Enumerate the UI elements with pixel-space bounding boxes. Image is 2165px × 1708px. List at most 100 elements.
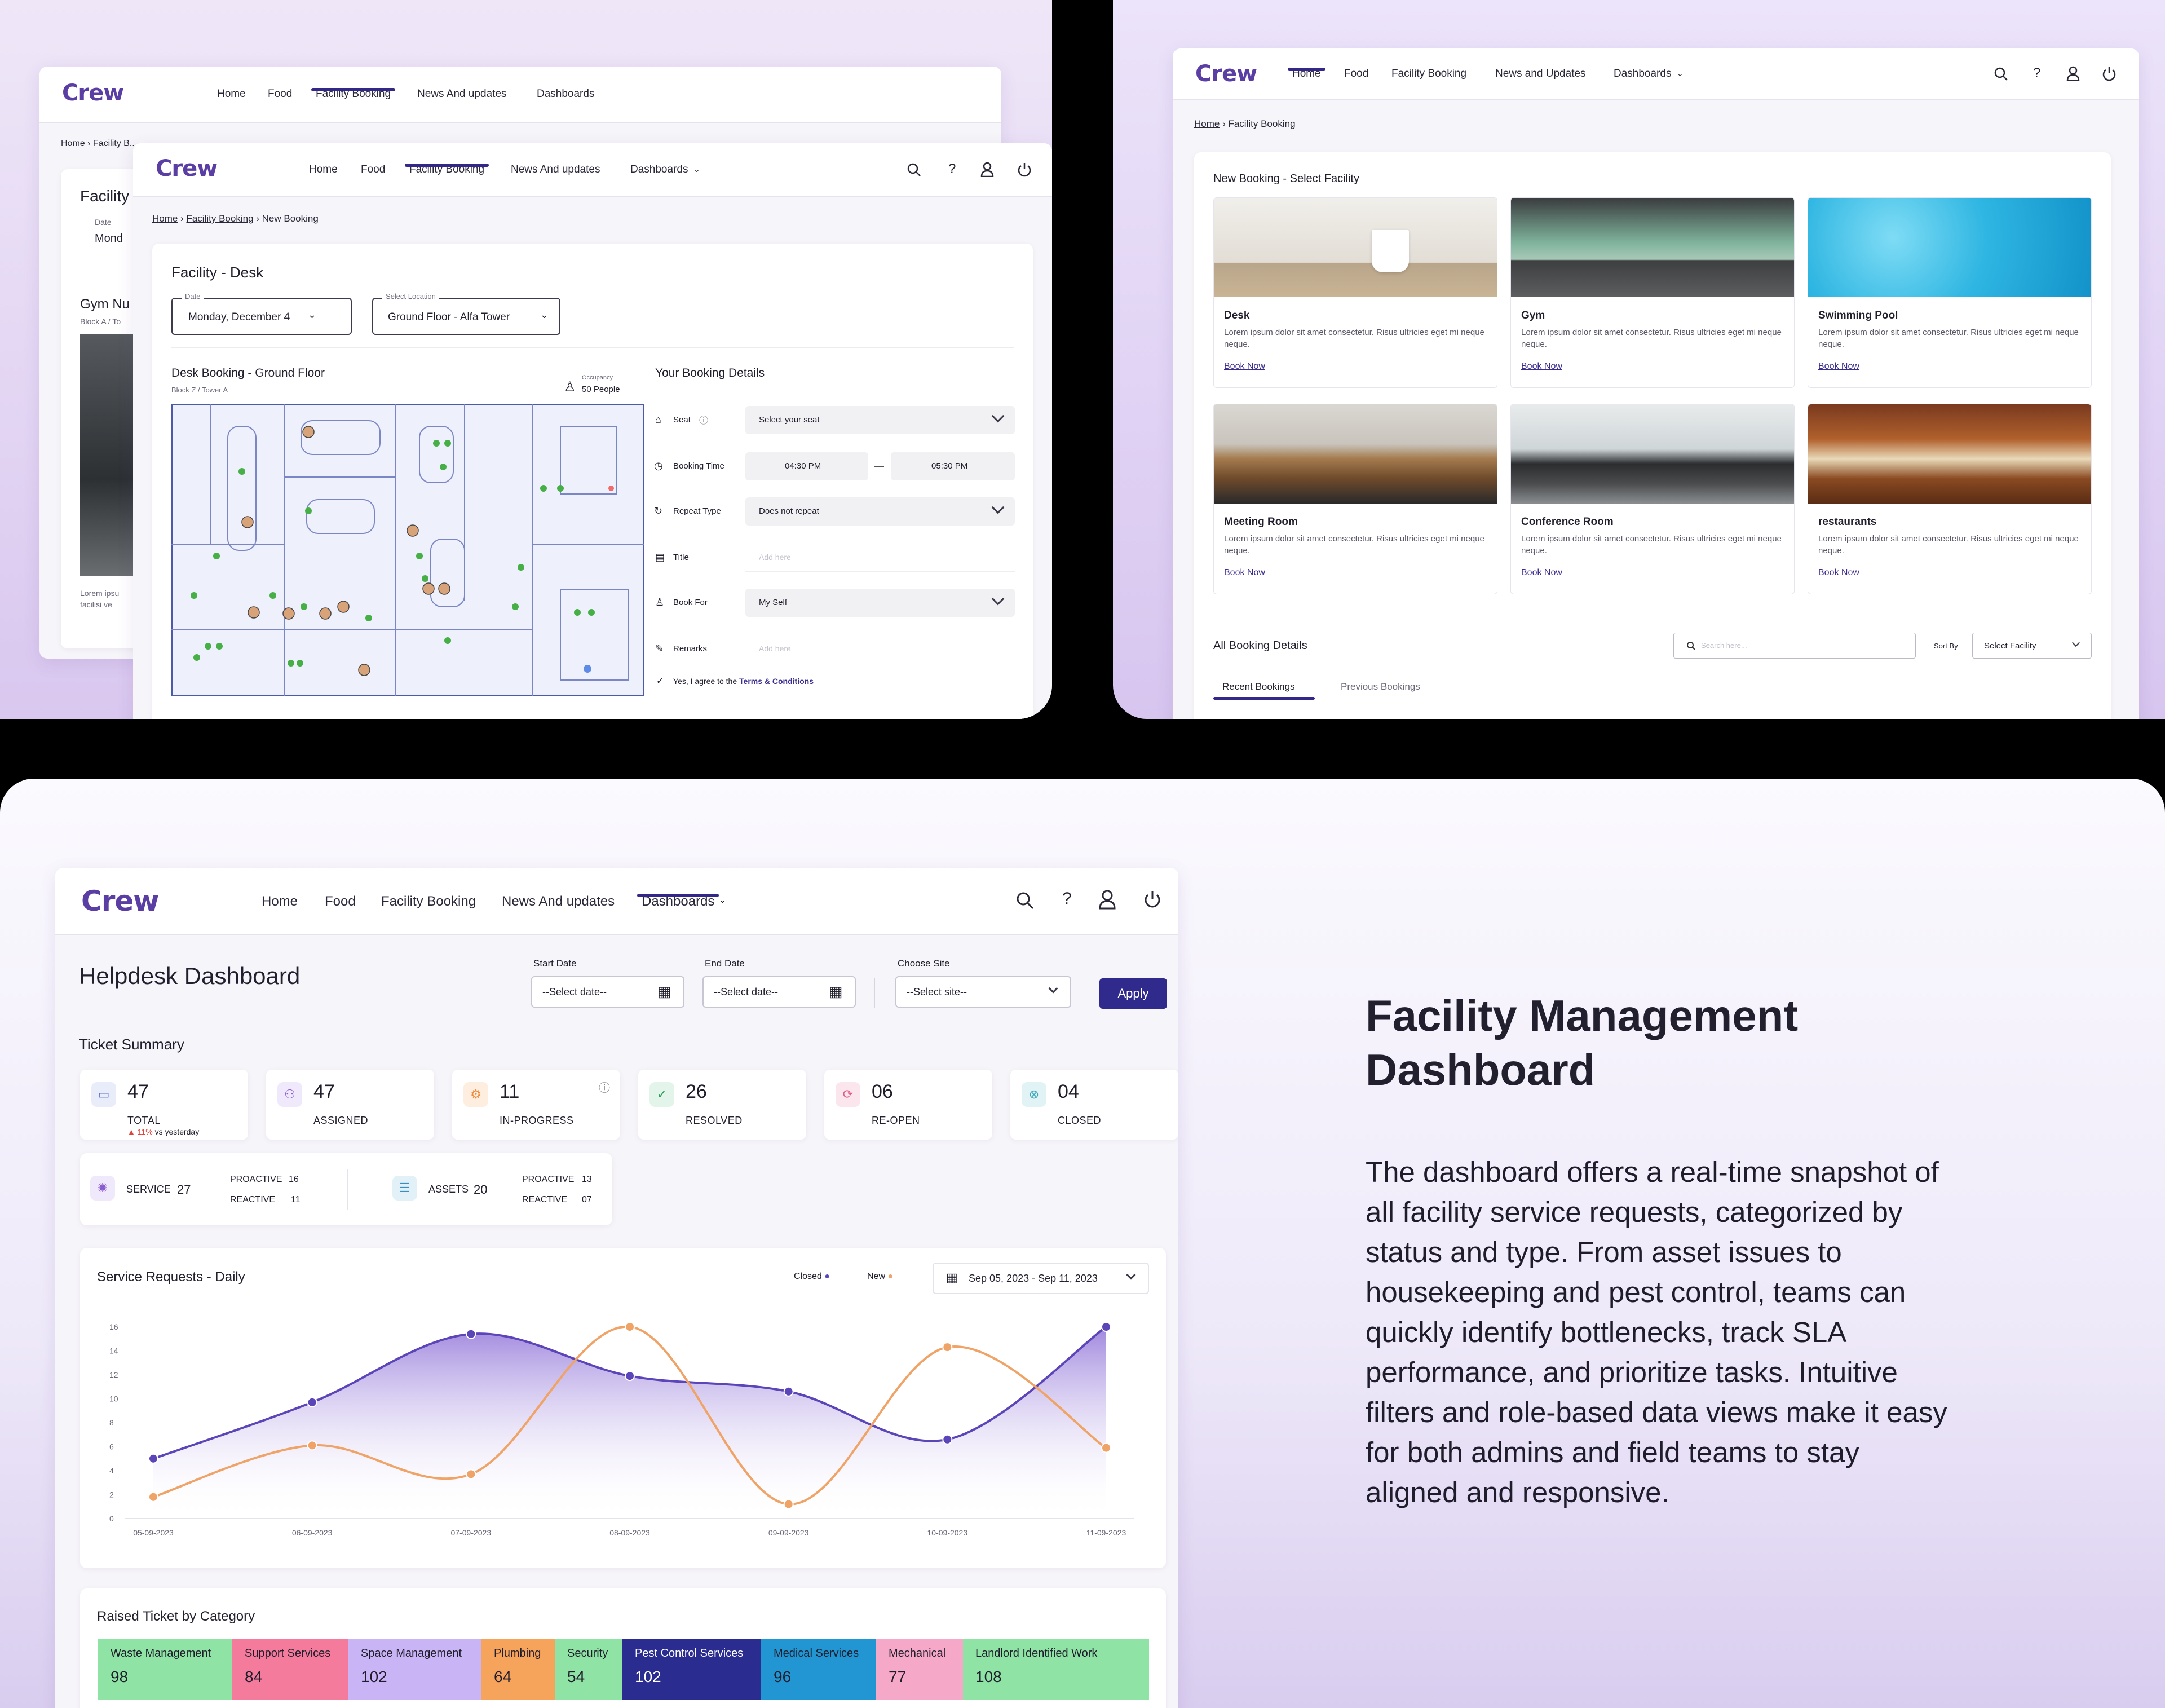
bookfor-select[interactable]: My Self <box>745 589 1015 617</box>
remarks-input[interactable]: Add here <box>745 635 1015 663</box>
nav-facility-booking[interactable]: Facility Booking <box>311 88 396 100</box>
category-medical-services[interactable]: Medical Services 96 <box>761 1639 876 1700</box>
info-icon[interactable]: ⓘ <box>599 1079 610 1095</box>
nav-dashboards[interactable]: Dashboards <box>537 88 594 100</box>
stat-total[interactable]: ▭ 47 TOTAL ▲ 11% vs yesterday <box>80 1070 248 1140</box>
desk-booking-panel: Crew Home Food Facility Booking News And… <box>0 0 1052 719</box>
tab-previous-bookings[interactable]: Previous Bookings <box>1341 681 1420 692</box>
end-date-input[interactable]: --Select date-- ▦ <box>702 976 856 1008</box>
search-box[interactable]: Search here... <box>1673 633 1916 659</box>
category-support-services[interactable]: Support Services 84 <box>232 1639 348 1700</box>
time-from[interactable]: 04:30 PM <box>745 452 868 480</box>
logo[interactable]: Crew <box>62 80 124 106</box>
book-now-link[interactable]: Book Now <box>1224 361 1265 372</box>
nav-facility-booking[interactable]: Facility Booking <box>381 894 476 910</box>
seat-select[interactable]: Select your seat <box>745 406 1015 434</box>
nav-food[interactable]: Food <box>325 894 356 910</box>
nav-news[interactable]: News And updates <box>511 164 600 176</box>
book-now-link[interactable]: Book Now <box>1521 361 1562 372</box>
facility-meeting-room[interactable]: Meeting Room Lorem ipsum dolor sit amet … <box>1213 404 1497 594</box>
crumb-facility[interactable]: Facility Booking <box>186 213 253 224</box>
nav-home[interactable]: Home <box>217 88 246 100</box>
date-value: Monday, December 4 <box>188 311 290 323</box>
stat-closed[interactable]: ⊗ 04 CLOSED <box>1010 1070 1178 1140</box>
nav-dashboards[interactable]: Dashboards <box>637 894 719 910</box>
user-icon[interactable] <box>1098 889 1116 910</box>
nav-news[interactable]: News and Updates <box>1495 68 1586 80</box>
nav-facility-booking[interactable]: Facility Booking <box>404 164 489 176</box>
user-icon[interactable] <box>980 161 995 177</box>
logo[interactable]: Crew <box>156 156 218 182</box>
tab-recent-bookings[interactable]: Recent Bookings <box>1222 681 1295 692</box>
nav-dashboards[interactable]: Dashboards <box>630 164 688 176</box>
stat-assigned[interactable]: ⚇ 47 ASSIGNED <box>266 1070 434 1140</box>
crumb-home[interactable]: Home <box>61 139 85 148</box>
power-icon[interactable] <box>1017 161 1032 177</box>
repeat-label: Repeat Type <box>673 506 721 516</box>
help-icon[interactable]: ? <box>2033 65 2040 81</box>
nav-food[interactable]: Food <box>1344 68 1368 80</box>
facility-gym[interactable]: Gym Lorem ipsum dolor sit amet consectet… <box>1510 197 1795 388</box>
date-select[interactable]: Date Monday, December 4 ⌄ <box>171 292 352 335</box>
nav-home[interactable]: Home <box>1288 68 1325 80</box>
crumb-facility[interactable]: Facility B... <box>93 139 137 148</box>
search-icon[interactable] <box>1016 891 1034 910</box>
stat-in-progress[interactable]: ⚙ 11 IN-PROGRESS ⓘ <box>452 1070 620 1140</box>
apply-button[interactable]: Apply <box>1099 978 1167 1009</box>
stat-re-open[interactable]: ⟳ 06 RE-OPEN <box>824 1070 992 1140</box>
nav-news[interactable]: News And updates <box>417 88 506 100</box>
title-input[interactable]: Add here <box>745 544 1015 572</box>
check-icon[interactable]: ✓ <box>656 676 664 687</box>
floor-plan[interactable] <box>171 404 645 697</box>
nav-dashboards[interactable]: Dashboards <box>1614 68 1671 80</box>
user-icon[interactable] <box>2066 65 2080 81</box>
facility-restaurants[interactable]: restaurants Lorem ipsum dolor sit amet c… <box>1808 404 2092 594</box>
help-icon[interactable]: ? <box>1062 889 1072 908</box>
crumb-home[interactable]: Home <box>1194 118 1220 129</box>
repeat-select[interactable]: Does not repeat <box>745 497 1015 526</box>
logo[interactable]: Crew <box>81 885 159 917</box>
search-icon[interactable] <box>1994 67 2008 81</box>
nav-home[interactable]: Home <box>309 164 338 176</box>
calendar-icon: ▦ <box>657 983 671 1000</box>
book-now-link[interactable]: Book Now <box>1818 568 1859 578</box>
crumb-home[interactable]: Home <box>152 213 178 224</box>
category-security[interactable]: Security 54 <box>555 1639 622 1700</box>
facility-conference-room[interactable]: Conference Room Lorem ipsum dolor sit am… <box>1510 404 1795 594</box>
facility-card: New Booking - Select Facility Desk Lorem… <box>1194 152 2111 719</box>
site-select[interactable]: --Select site-- <box>895 976 1071 1008</box>
power-icon[interactable] <box>1143 889 1161 910</box>
help-icon[interactable]: ? <box>948 161 956 177</box>
location-select[interactable]: Select Location Ground Floor - Alfa Towe… <box>372 292 560 335</box>
nav-home[interactable]: Home <box>262 894 298 910</box>
facility-swimming-pool[interactable]: Swimming Pool Lorem ipsum dolor sit amet… <box>1808 197 2092 388</box>
category-pest-control-services[interactable]: Pest Control Services 102 <box>622 1639 761 1700</box>
time-to[interactable]: 05:30 PM <box>891 452 1015 480</box>
chevron-down-icon <box>1048 983 1058 994</box>
start-date-input[interactable]: --Select date-- ▦ <box>531 976 684 1008</box>
facility-desk[interactable]: Desk Lorem ipsum dolor sit amet consecte… <box>1213 197 1497 388</box>
nav-facility-booking[interactable]: Facility Booking <box>1391 68 1466 80</box>
date-range-select[interactable]: ▦ Sep 05, 2023 - Sep 11, 2023 <box>933 1263 1149 1294</box>
category-landlord-identified-work[interactable]: Landlord Identified Work 108 <box>963 1639 1149 1700</box>
nav: Crew Home Food Facility Booking News And… <box>55 868 1178 935</box>
book-now-link[interactable]: Book Now <box>1818 361 1859 372</box>
book-now-link[interactable]: Book Now <box>1521 568 1562 578</box>
category-mechanical[interactable]: Mechanical 77 <box>876 1639 963 1700</box>
search-icon[interactable] <box>907 162 921 177</box>
sort-select[interactable]: Select Facility <box>1972 633 2092 659</box>
category-waste-management[interactable]: Waste Management 98 <box>98 1639 232 1700</box>
service-proactive-value: 16 <box>289 1175 299 1184</box>
back-date-value[interactable]: Mond <box>95 232 123 245</box>
card-divider <box>347 1169 348 1210</box>
nav-news[interactable]: News And updates <box>502 894 615 910</box>
nav-food[interactable]: Food <box>268 88 292 100</box>
logo[interactable]: Crew <box>1195 61 1257 87</box>
category-plumbing[interactable]: Plumbing 64 <box>481 1639 555 1700</box>
book-now-link[interactable]: Book Now <box>1224 568 1265 578</box>
nav-food[interactable]: Food <box>361 164 385 176</box>
stat-resolved[interactable]: ✓ 26 RESOLVED <box>638 1070 806 1140</box>
category-space-management[interactable]: Space Management 102 <box>348 1639 481 1700</box>
power-icon[interactable] <box>2102 65 2117 81</box>
terms-link[interactable]: Terms & Conditions <box>739 677 814 686</box>
